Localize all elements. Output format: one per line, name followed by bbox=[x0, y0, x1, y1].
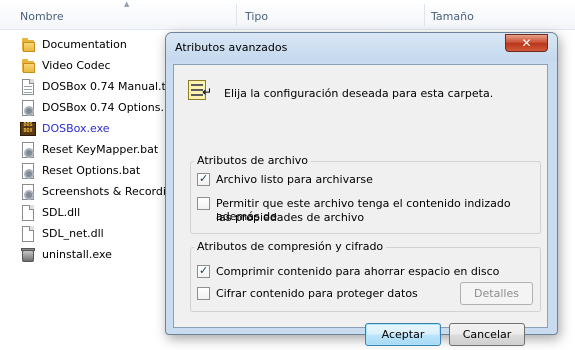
dll-file-icon bbox=[20, 226, 36, 242]
column-header-type[interactable]: Tipo bbox=[245, 10, 268, 23]
column-divider[interactable] bbox=[424, 4, 425, 26]
folder-icon bbox=[20, 58, 36, 74]
check-icon: ✓ bbox=[199, 172, 209, 185]
column-divider[interactable] bbox=[236, 4, 237, 26]
close-icon: ✕ bbox=[521, 36, 532, 50]
file-row[interactable]: Screenshots & Recordings bbox=[20, 182, 186, 202]
dialog-title: Atributos avanzados bbox=[175, 41, 288, 54]
encrypt-checkbox[interactable] bbox=[197, 287, 210, 300]
close-button[interactable]: ✕ bbox=[505, 34, 548, 52]
index-checkbox[interactable] bbox=[197, 197, 210, 210]
compress-checkbox[interactable]: ✓ bbox=[197, 264, 210, 278]
uninstall-icon bbox=[20, 247, 36, 263]
file-row[interactable]: DOSBox 0.74 Manual.txt bbox=[20, 77, 177, 97]
attributes-icon: ↵ bbox=[188, 80, 212, 100]
file-row[interactable]: Video Codec bbox=[20, 56, 170, 76]
file-name: DOSBox 0.74 Options.bat bbox=[42, 101, 183, 114]
check-icon: ✓ bbox=[199, 264, 209, 277]
file-attributes-label: Atributos de archivo bbox=[194, 154, 312, 167]
advanced-attributes-dialog: Atributos avanzados ✕ ↵ Elija la configu… bbox=[165, 32, 558, 346]
file-name: Video Codec bbox=[42, 59, 111, 72]
file-row[interactable]: uninstall.exe bbox=[20, 245, 170, 265]
archive-checkbox[interactable]: ✓ bbox=[197, 172, 210, 186]
file-name: Reset KeyMapper.bat bbox=[42, 143, 159, 156]
column-header-name[interactable]: Nombre bbox=[20, 10, 64, 23]
dialog-client-area: ↵ Elija la configuración deseada para es… bbox=[173, 64, 548, 346]
batch-file-icon bbox=[20, 163, 36, 179]
dosbox-icon: DOS BOX bbox=[20, 121, 36, 137]
index-checkbox-label-line2[interactable]: las propiedades de archivo bbox=[216, 211, 364, 224]
dialog-description: Elija la configuración deseada para esta… bbox=[224, 87, 494, 100]
file-row[interactable]: SDL.dll bbox=[20, 203, 170, 223]
file-name: DOSBox 0.74 Manual.txt bbox=[42, 80, 177, 93]
file-row[interactable]: DOSBox 0.74 Options.bat bbox=[20, 98, 182, 118]
file-name: Reset Options.bat bbox=[42, 164, 141, 177]
column-header-size[interactable]: Tamaño bbox=[431, 10, 474, 23]
archive-checkbox-label[interactable]: Archivo listo para archivarse bbox=[216, 173, 373, 186]
batch-file-icon bbox=[20, 100, 36, 116]
compression-encryption-label: Atributos de compresión y cifrado bbox=[194, 240, 387, 253]
file-row[interactable]: DOS BOX DOSBox.exe bbox=[20, 119, 170, 139]
batch-file-icon bbox=[20, 184, 36, 200]
file-row[interactable]: SDL_net.dll bbox=[20, 224, 170, 244]
column-header-bar: ▲ Nombre Tipo Tamaño bbox=[0, 0, 575, 30]
compress-checkbox-label[interactable]: Comprimir contenido para ahorrar espacio… bbox=[216, 265, 499, 278]
file-name: SDL.dll bbox=[42, 206, 81, 219]
text-file-icon bbox=[20, 79, 36, 95]
folder-icon bbox=[20, 37, 36, 53]
file-row[interactable]: Reset Options.bat bbox=[20, 161, 170, 181]
dialog-titlebar[interactable]: Atributos avanzados ✕ bbox=[166, 33, 557, 61]
file-row[interactable]: Documentation bbox=[20, 35, 170, 55]
file-name: DOSBox.exe bbox=[42, 122, 110, 135]
sort-arrow-icon: ▲ bbox=[124, 0, 130, 8]
encrypt-checkbox-label[interactable]: Cifrar contenido para proteger datos bbox=[216, 287, 418, 300]
accept-button[interactable]: Aceptar bbox=[365, 323, 441, 346]
file-name: uninstall.exe bbox=[42, 248, 112, 261]
file-name: SDL_net.dll bbox=[42, 227, 104, 240]
dll-file-icon bbox=[20, 205, 36, 221]
file-row[interactable]: Reset KeyMapper.bat bbox=[20, 140, 170, 160]
cancel-button[interactable]: Cancelar bbox=[449, 323, 525, 346]
details-button[interactable]: Detalles bbox=[460, 282, 533, 305]
batch-file-icon bbox=[20, 142, 36, 158]
file-name: Documentation bbox=[42, 38, 127, 51]
